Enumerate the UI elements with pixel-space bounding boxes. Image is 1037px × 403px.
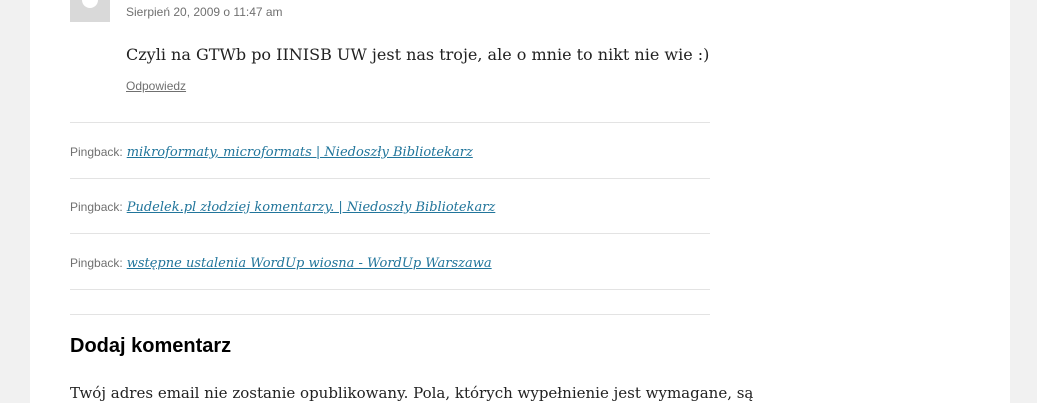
pingback-link[interactable]: wstępne ustalenia WordUp wiosna - WordUp… — [127, 256, 492, 271]
pingback-item: Pingback: mikroformaty, microformats | N… — [70, 143, 473, 161]
pingback-link[interactable]: mikroformaty, microformats | Niedoszły B… — [127, 145, 473, 160]
pingback-label: Pingback: — [70, 256, 123, 270]
reply-title: Dodaj komentarz — [70, 335, 232, 357]
pingback-link[interactable]: Pudelek.pl złodziej komentarzy. | Niedos… — [127, 200, 496, 215]
pingback-item: Pingback: Pudelek.pl złodziej komentarzy… — [70, 198, 495, 216]
divider — [70, 233, 710, 234]
pingback-label: Pingback: — [70, 200, 123, 214]
divider — [70, 122, 710, 123]
avatar-silhouette-icon — [82, 0, 98, 8]
divider — [70, 289, 710, 290]
reply-button[interactable]: Odpowiedz — [126, 79, 186, 93]
pingback-item: Pingback: wstępne ustalenia WordUp wiosn… — [70, 254, 492, 272]
comment-notes: Twój adres email nie zostanie opublikowa… — [70, 384, 754, 402]
comment-text: Czyli na GTWb po IINISB UW jest nas troj… — [126, 45, 710, 64]
content-area: Sierpień 20, 2009 o 11:47 am Czyli na GT… — [30, 0, 1010, 403]
pingback-label: Pingback: — [70, 145, 123, 159]
comment-date-link[interactable]: Sierpień 20, 2009 o 11:47 am — [126, 5, 283, 19]
divider — [70, 314, 710, 315]
avatar — [70, 0, 110, 22]
divider — [70, 178, 710, 179]
